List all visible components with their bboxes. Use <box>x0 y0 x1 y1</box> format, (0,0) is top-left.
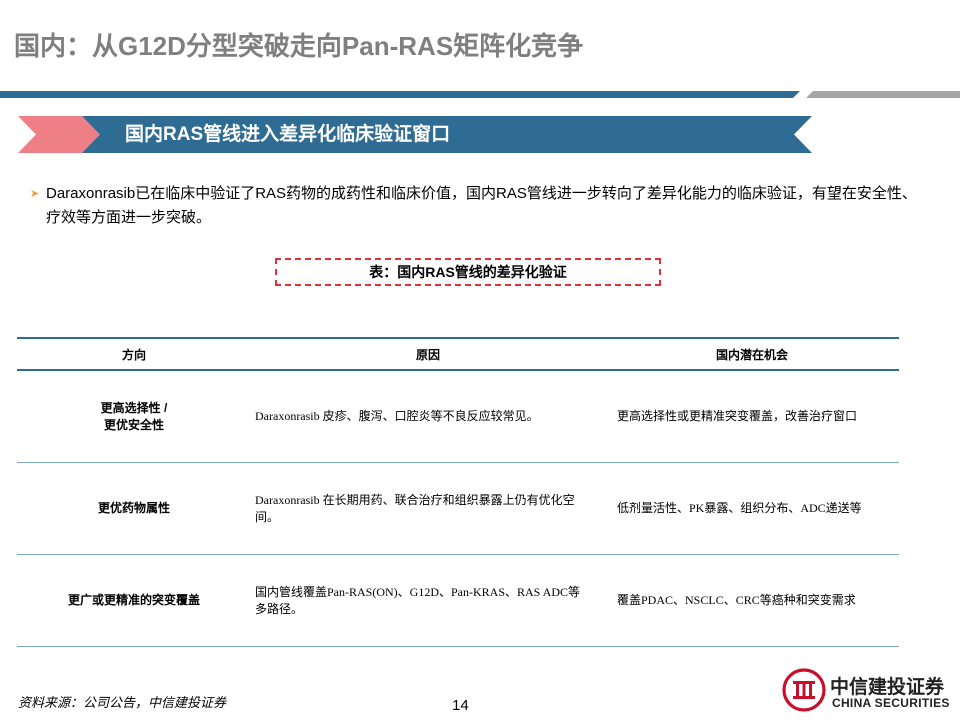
bullet-text: Daraxonrasib已在临床中验证了RAS药物的成药性和临床价值，国内RAS… <box>46 185 917 226</box>
header-bar-blue <box>0 91 800 98</box>
header-bar-gray <box>806 91 960 98</box>
table-row: 更高选择性 / 更优安全性 Daraxonrasib 皮疹、腹泻、口腔炎等不良反… <box>17 370 899 463</box>
page-number: 14 <box>452 697 469 714</box>
column-header-reason: 原因 <box>251 337 605 371</box>
table-row: 更广或更精准的突变覆盖 国内管线覆盖Pan-RAS(ON)、G12D、Pan-K… <box>17 554 899 647</box>
logo-text-cn: 中信建投证券 <box>830 677 945 698</box>
section-banner-title: 国内RAS管线进入差异化临床验证窗口 <box>125 124 451 145</box>
cell-reason: Daraxonrasib 皮疹、腹泻、口腔炎等不良反应较常见。 <box>251 370 605 463</box>
direction-line: 更高选择性 / <box>100 400 168 415</box>
company-logo: 中信建投证券 CHINA SECURITIES <box>782 668 958 716</box>
direction-line: 更优安全性 <box>103 417 164 432</box>
column-header-direction: 方向 <box>17 337 251 371</box>
direction-line: 更广或更精准的突变覆盖 <box>67 593 200 607</box>
cell-direction: 更广或更精准的突变覆盖 <box>17 554 251 647</box>
cell-reason: Daraxonrasib 在长期用药、联合治疗和组织暴露上仍有优化空间。 <box>251 462 605 555</box>
page-title: 国内：从G12D分型突破走向Pan-RAS矩阵化竞争 <box>14 31 584 61</box>
cell-opportunity: 低剂量活性、PK暴露、组织分布、ADC递送等 <box>605 462 899 555</box>
bullet-arrow-icon: ➤ <box>30 188 40 200</box>
cell-opportunity: 覆盖PDAC、NSCLC、CRC等癌种和突变需求 <box>605 554 899 647</box>
differentiation-table: 方向 原因 国内潜在机会 更高选择性 / 更优安全性 Daraxonrasib … <box>17 337 899 647</box>
source-note: 资料来源：公司公告，中信建投证券 <box>18 695 227 710</box>
cell-reason: 国内管线覆盖Pan-RAS(ON)、G12D、Pan-KRAS、RAS ADC等… <box>251 554 605 647</box>
cell-direction: 更高选择性 / 更优安全性 <box>17 370 251 463</box>
table-header-row: 方向 原因 国内潜在机会 <box>17 337 899 371</box>
cell-opportunity: 更高选择性或更精准突变覆盖，改善治疗窗口 <box>605 370 899 463</box>
cell-direction: 更优药物属性 <box>17 462 251 555</box>
table-caption: 表：国内RAS管线的差异化验证 <box>275 258 661 286</box>
column-header-opportunity: 国内潜在机会 <box>605 337 899 371</box>
direction-line: 更优药物属性 <box>97 501 170 515</box>
table-row: 更优药物属性 Daraxonrasib 在长期用药、联合治疗和组织暴露上仍有优化… <box>17 462 899 555</box>
logo-text-en: CHINA SECURITIES <box>832 696 950 710</box>
bullet-paragraph: ➤ Daraxonrasib已在临床中验证了RAS药物的成药性和临床价值，国内R… <box>30 182 920 230</box>
citic-logo-icon <box>782 668 826 712</box>
